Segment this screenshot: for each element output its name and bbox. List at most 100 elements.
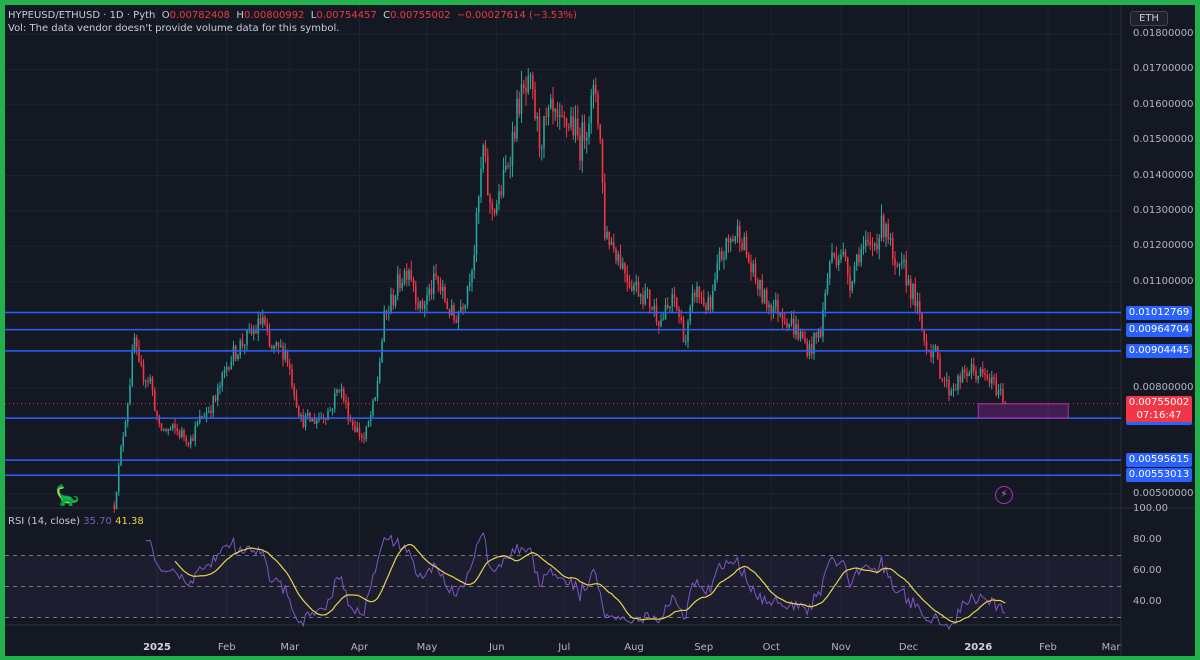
level-price-label: 0.01012769: [1126, 305, 1192, 320]
rsi-label[interactable]: RSI (14, close): [8, 516, 80, 527]
candle: [651, 307, 653, 310]
candle: [529, 75, 532, 77]
open-value: 0.00782408: [169, 10, 231, 21]
candle: [156, 410, 158, 417]
candle: [842, 251, 845, 255]
candle: [608, 231, 611, 245]
candle: [867, 240, 869, 242]
price-tick-label: 0.01800000: [1133, 28, 1194, 39]
candle: [340, 388, 343, 392]
candle: [943, 379, 946, 381]
time-tick-label: Feb: [1039, 642, 1057, 653]
candle: [160, 423, 163, 431]
chart-window: HYPEUSD/ETHUSD · 1D · Pyth O0.00782408 H…: [5, 5, 1195, 656]
candle: [979, 368, 982, 376]
candle: [727, 238, 730, 243]
current-price-value: 0.00755002: [1128, 396, 1190, 408]
close-value: 0.00755002: [390, 10, 451, 21]
candle: [257, 318, 260, 334]
candle: [113, 504, 116, 509]
candle: [426, 295, 428, 305]
candle: [243, 345, 246, 347]
candle: [147, 380, 149, 382]
candle: [680, 316, 683, 321]
candle: [324, 418, 327, 420]
chart-canvas[interactable]: [5, 5, 1195, 656]
candle: [525, 88, 527, 93]
candle: [500, 191, 503, 196]
candle: [682, 320, 685, 343]
candle: [952, 389, 955, 391]
candle: [554, 108, 557, 112]
candle: [700, 297, 703, 299]
candle: [873, 243, 876, 246]
candle: [718, 251, 721, 263]
candle: [828, 261, 831, 279]
candle: [657, 321, 660, 326]
candle: [230, 361, 233, 370]
price-tick-label: 0.01100000: [1133, 275, 1194, 287]
lightning-icon[interactable]: ⚡: [995, 486, 1013, 504]
candle: [963, 369, 966, 373]
candle: [720, 251, 723, 260]
candle: [545, 116, 548, 118]
candle: [907, 279, 910, 286]
volume-note: Vol: The data vendor doesn't provide vol…: [8, 23, 340, 34]
candle: [435, 273, 437, 277]
candle: [644, 290, 647, 305]
candle: [621, 263, 624, 269]
candle: [509, 165, 512, 167]
candle: [945, 379, 948, 381]
candle: [734, 236, 737, 242]
candle: [936, 346, 939, 359]
candle: [916, 301, 919, 307]
candle: [714, 279, 716, 291]
time-tick-label: Nov: [831, 642, 851, 653]
candle: [781, 313, 784, 322]
candle: [900, 261, 903, 264]
currency-badge[interactable]: ETH: [1130, 11, 1168, 26]
symbol-label[interactable]: HYPEUSD/ETHUSD · 1D · Pyth: [8, 10, 155, 21]
candle: [889, 237, 892, 240]
candle: [583, 122, 586, 141]
candle: [655, 305, 658, 322]
candle: [797, 324, 800, 339]
candle: [576, 118, 579, 136]
candle: [331, 408, 334, 411]
candle: [511, 131, 514, 166]
tradingview-logo-icon[interactable]: 🦕: [55, 483, 80, 507]
candle: [354, 425, 356, 432]
candle: [639, 294, 642, 297]
candle: [637, 281, 640, 297]
candle: [261, 317, 264, 324]
candle: [709, 296, 712, 310]
candle: [774, 299, 777, 307]
candle: [567, 126, 570, 128]
candle: [817, 330, 820, 338]
candle: [822, 309, 824, 337]
candle: [171, 424, 174, 429]
candle: [198, 416, 201, 423]
candle: [572, 116, 575, 136]
candle: [390, 294, 392, 312]
candle: [880, 215, 883, 239]
candle: [246, 330, 248, 346]
candle: [972, 364, 975, 372]
candle: [741, 243, 743, 250]
candle: [131, 351, 134, 386]
target-zone-box: [977, 403, 1069, 419]
level-price-label: 0.00964704: [1126, 322, 1192, 337]
candle: [216, 387, 219, 401]
candle: [961, 369, 964, 383]
candle: [423, 304, 426, 309]
candle: [237, 354, 239, 359]
candle: [597, 94, 599, 126]
candle: [799, 331, 802, 339]
candle: [196, 422, 199, 426]
candle: [372, 400, 374, 416]
candle: [142, 364, 145, 382]
candle: [675, 298, 678, 310]
candle: [288, 364, 291, 370]
candle: [750, 262, 752, 273]
candle: [754, 263, 757, 281]
